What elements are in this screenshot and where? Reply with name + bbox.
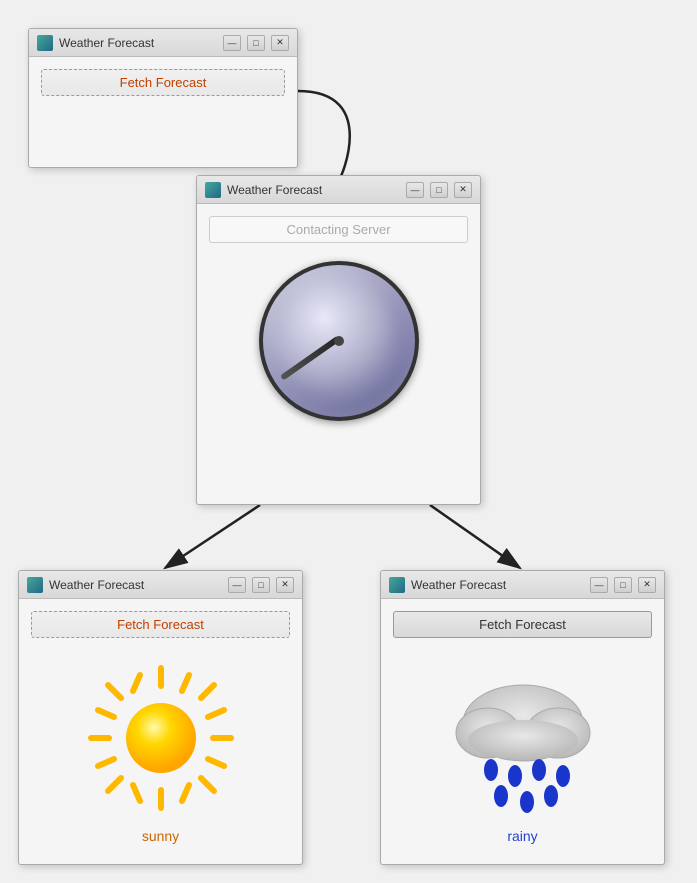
titlebar-icon-4	[389, 577, 405, 593]
window-2: Weather Forecast — □ ✕ Contacting Server	[196, 175, 481, 505]
window-1-content: Fetch Forecast	[29, 57, 297, 118]
titlebar-buttons-4: — □ ✕	[590, 577, 656, 593]
minimize-btn-4[interactable]: —	[590, 577, 608, 593]
close-btn-2[interactable]: ✕	[454, 182, 472, 198]
window-4: Weather Forecast — □ ✕ Fetch Forecast	[380, 570, 665, 865]
minimize-btn-3[interactable]: —	[228, 577, 246, 593]
maximize-btn-3[interactable]: □	[252, 577, 270, 593]
minimize-btn-2[interactable]: —	[406, 182, 424, 198]
titlebar-1: Weather Forecast — □ ✕	[29, 29, 297, 57]
window-3: Weather Forecast — □ ✕ Fetch Forecast	[18, 570, 303, 865]
titlebar-2: Weather Forecast — □ ✕	[197, 176, 480, 204]
titlebar-buttons-1: — □ ✕	[223, 35, 289, 51]
titlebar-buttons-3: — □ ✕	[228, 577, 294, 593]
close-btn-3[interactable]: ✕	[276, 577, 294, 593]
titlebar-title-1: Weather Forecast	[59, 36, 223, 50]
weather-label-4: rainy	[393, 828, 652, 844]
titlebar-title-4: Weather Forecast	[411, 578, 590, 592]
close-btn-1[interactable]: ✕	[271, 35, 289, 51]
titlebar-3: Weather Forecast — □ ✕	[19, 571, 302, 599]
spinner-container	[209, 251, 468, 431]
fetch-forecast-btn-1[interactable]: Fetch Forecast	[41, 69, 285, 96]
close-btn-4[interactable]: ✕	[638, 577, 656, 593]
spinner-gauge	[259, 261, 419, 421]
spinner-center	[334, 336, 344, 346]
window-4-content: Fetch Forecast	[381, 599, 664, 856]
rain-icon	[393, 648, 652, 823]
contacting-server-text: Contacting Server	[209, 216, 468, 243]
maximize-btn-4[interactable]: □	[614, 577, 632, 593]
maximize-btn-2[interactable]: □	[430, 182, 448, 198]
titlebar-4: Weather Forecast — □ ✕	[381, 571, 664, 599]
titlebar-buttons-2: — □ ✕	[406, 182, 472, 198]
window-3-content: Fetch Forecast	[19, 599, 302, 856]
titlebar-title-2: Weather Forecast	[227, 183, 406, 197]
titlebar-icon-2	[205, 182, 221, 198]
maximize-btn-1[interactable]: □	[247, 35, 265, 51]
spinner-needle	[279, 336, 340, 381]
window-1: Weather Forecast — □ ✕ Fetch Forecast	[28, 28, 298, 168]
fetch-forecast-btn-4[interactable]: Fetch Forecast	[393, 611, 652, 638]
minimize-btn-1[interactable]: —	[223, 35, 241, 51]
fetch-forecast-btn-3[interactable]: Fetch Forecast	[31, 611, 290, 638]
titlebar-title-3: Weather Forecast	[49, 578, 228, 592]
window-2-content: Contacting Server	[197, 204, 480, 443]
titlebar-icon-1	[37, 35, 53, 51]
weather-label-3: sunny	[31, 828, 290, 844]
sun-icon	[31, 648, 290, 823]
titlebar-icon-3	[27, 577, 43, 593]
